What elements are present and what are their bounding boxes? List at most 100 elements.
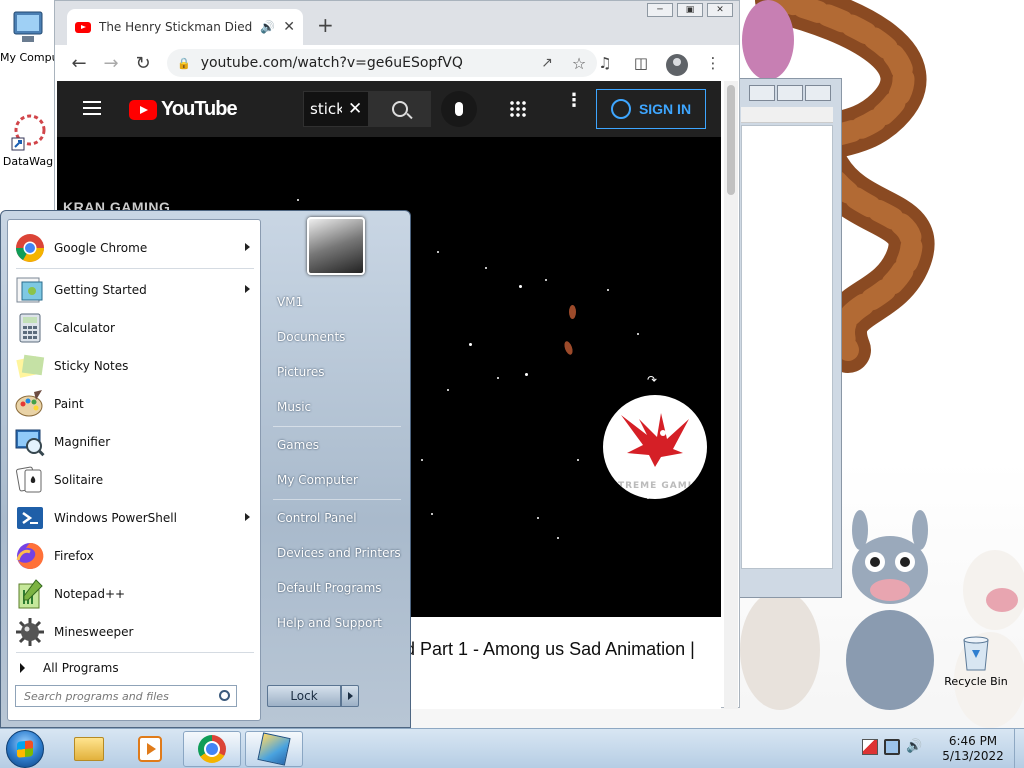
program-item-windows-powershell[interactable]: Windows PowerShell xyxy=(8,500,260,536)
clock[interactable]: 6:46 PM 5/13/2022 xyxy=(934,734,1012,764)
star-dot xyxy=(525,373,528,376)
program-item-notepad-plus-plus[interactable]: Notepad++ xyxy=(8,576,260,612)
share-icon[interactable]: ↗ xyxy=(533,49,561,77)
start-link-games[interactable]: Games xyxy=(267,430,403,460)
apps-grid-icon[interactable] xyxy=(509,100,527,118)
minimize-button[interactable]: ─ xyxy=(647,3,673,17)
minimize-button[interactable] xyxy=(749,85,775,101)
clear-search-icon[interactable]: ✕ xyxy=(348,99,362,119)
settings-kebab-icon[interactable]: ⋮ xyxy=(565,92,583,110)
folder-icon xyxy=(74,737,104,761)
search-icon xyxy=(392,101,408,117)
desktop-icon-datawag[interactable]: DataWag xyxy=(0,112,56,168)
sign-in-button[interactable]: SIGN IN xyxy=(596,89,706,129)
speaker-icon[interactable]: 🔊 xyxy=(260,20,275,34)
page-scrollbar[interactable] xyxy=(724,81,738,709)
browser-toolbar: ← → ↻ 🔒 youtube.com/watch?v=ge6uESopfVQ … xyxy=(55,45,739,81)
window-controls: ─ ▣ ✕ xyxy=(647,3,733,17)
window-controls xyxy=(749,85,831,101)
background-window[interactable] xyxy=(738,78,842,598)
maximize-button[interactable] xyxy=(777,85,803,101)
program-label: Solitaire xyxy=(54,473,104,487)
start-link-default-programs[interactable]: Default Programs xyxy=(267,573,403,603)
chrome-icon xyxy=(198,735,226,763)
hamburger-menu-icon[interactable] xyxy=(83,101,101,115)
lock-button[interactable]: Lock xyxy=(267,685,341,707)
youtube-favicon-icon xyxy=(75,21,91,33)
shutdown-options-arrow-icon[interactable] xyxy=(341,685,359,707)
action-center-flag-icon[interactable] xyxy=(862,739,878,755)
program-item-calculator[interactable]: Calculator xyxy=(8,310,260,346)
desktop-icon-recycle-bin[interactable]: Recycle Bin xyxy=(940,632,1012,688)
start-link-label: Games xyxy=(277,438,319,452)
start-link-vm1[interactable]: VM1 xyxy=(267,287,403,317)
user-picture[interactable] xyxy=(307,217,365,275)
scrollbar-thumb[interactable] xyxy=(727,85,735,195)
new-tab-button[interactable]: + xyxy=(317,15,334,35)
youtube-play-icon xyxy=(129,99,157,120)
youtube-logo[interactable]: YouTube xyxy=(129,98,238,121)
program-item-solitaire[interactable]: Solitaire xyxy=(8,462,260,498)
show-desktop-button[interactable] xyxy=(1014,729,1024,768)
program-label: Windows PowerShell xyxy=(54,511,177,525)
start-link-label: My Computer xyxy=(277,473,358,487)
taskbar-chrome[interactable] xyxy=(183,731,241,767)
program-item-google-chrome[interactable]: Google Chrome xyxy=(8,230,260,266)
start-link-documents[interactable]: Documents xyxy=(267,322,403,352)
back-button[interactable]: ← xyxy=(63,47,95,79)
menu-kebab-icon[interactable]: ⋮ xyxy=(697,49,729,77)
sign-in-label: SIGN IN xyxy=(638,101,692,117)
divider xyxy=(273,426,401,427)
start-link-devices-and-printers[interactable]: Devices and Printers xyxy=(267,538,403,568)
desktop-icon-my-computer[interactable]: My Computer xyxy=(0,8,56,64)
start-menu: Google Chrome Getting Started Calculator… xyxy=(0,210,411,728)
voice-search-button[interactable] xyxy=(441,91,477,127)
program-item-minesweeper[interactable]: Minesweeper xyxy=(8,614,260,650)
solitaire-cards-icon xyxy=(14,464,46,496)
window-content[interactable] xyxy=(741,125,833,569)
start-link-my-computer[interactable]: My Computer xyxy=(267,465,403,495)
program-item-paint[interactable]: Paint xyxy=(8,386,260,422)
start-link-pictures[interactable]: Pictures xyxy=(267,357,403,387)
network-icon[interactable] xyxy=(884,739,900,755)
start-link-label: Pictures xyxy=(277,365,325,379)
close-button[interactable] xyxy=(805,85,831,101)
forward-button[interactable]: → xyxy=(95,47,127,79)
program-item-getting-started[interactable]: Getting Started xyxy=(8,272,260,308)
star-dot xyxy=(437,251,439,253)
start-link-help-and-support[interactable]: Help and Support xyxy=(267,608,403,638)
volume-icon[interactable]: 🔊 xyxy=(906,739,922,755)
taskbar-explorer[interactable] xyxy=(60,731,118,767)
lock-label: Lock xyxy=(290,689,318,703)
start-search-input[interactable]: Search programs and files xyxy=(15,685,237,707)
side-panel-icon[interactable]: ◫ xyxy=(625,49,657,77)
start-link-control-panel[interactable]: Control Panel xyxy=(267,503,403,533)
browser-tab[interactable]: The Henry Stickman Died fo 🔊 ✕ xyxy=(67,9,303,45)
taskbar-media-player[interactable] xyxy=(121,731,179,767)
taskbar-app-cube[interactable] xyxy=(245,731,303,767)
close-tab-icon[interactable]: ✕ xyxy=(283,19,295,35)
desktop-icon-label: DataWag xyxy=(2,155,54,168)
computer-icon xyxy=(13,11,43,42)
minesweeper-mine-icon xyxy=(14,616,46,648)
profile-button[interactable] xyxy=(661,49,693,77)
media-control-icon[interactable]: ♫ xyxy=(589,49,621,77)
lock-icon[interactable]: 🔒 xyxy=(177,57,191,70)
star-dot xyxy=(497,377,499,379)
search-input[interactable]: stick ✕ xyxy=(303,91,369,127)
start-link-music[interactable]: Music xyxy=(267,392,403,422)
program-label: Getting Started xyxy=(54,283,147,297)
start-button[interactable] xyxy=(6,730,44,768)
all-programs-button[interactable]: All Programs xyxy=(8,654,260,682)
close-button[interactable]: ✕ xyxy=(707,3,733,17)
paint-palette-icon xyxy=(14,388,46,420)
notepad-plus-plus-icon xyxy=(14,578,46,610)
program-item-sticky-notes[interactable]: Sticky Notes xyxy=(8,348,260,384)
program-label: Calculator xyxy=(54,321,115,335)
search-button[interactable] xyxy=(369,91,431,127)
program-item-firefox[interactable]: Firefox xyxy=(8,538,260,574)
reload-button[interactable]: ↻ xyxy=(127,47,159,79)
program-item-magnifier[interactable]: Magnifier xyxy=(8,424,260,460)
start-link-label: VM1 xyxy=(277,295,304,309)
restore-button[interactable]: ▣ xyxy=(677,3,703,17)
